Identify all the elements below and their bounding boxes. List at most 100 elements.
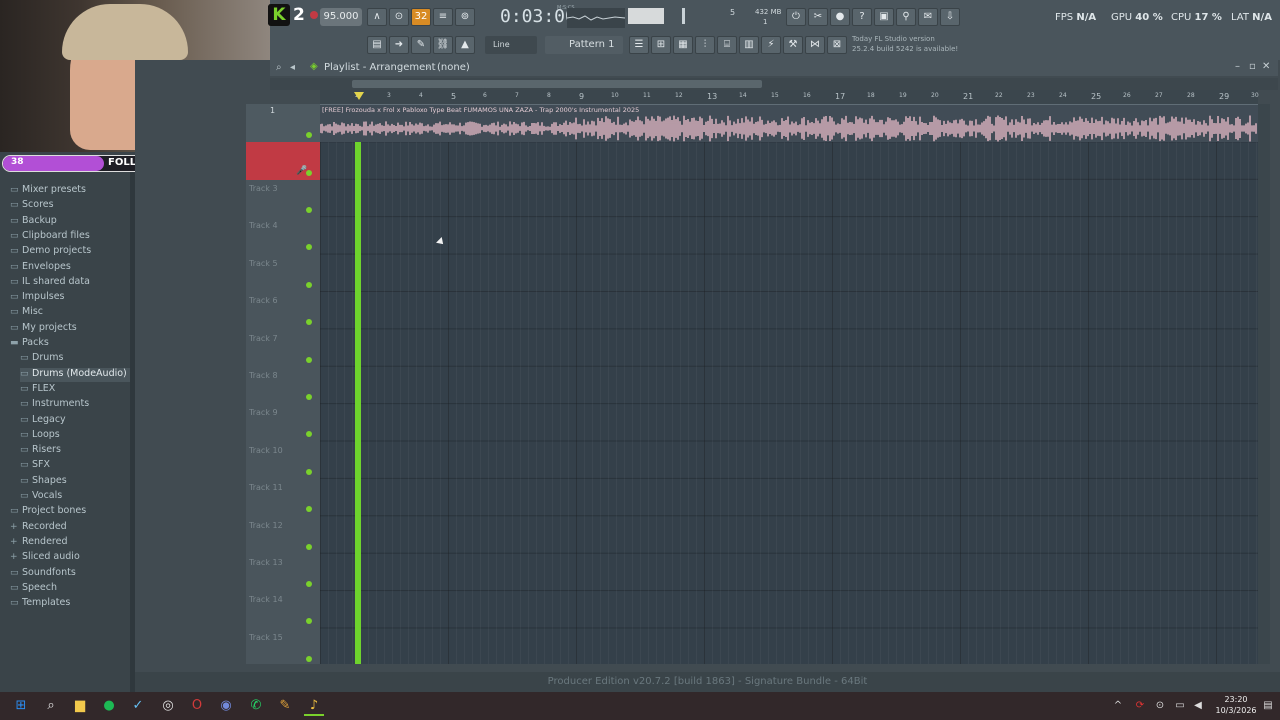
track-mute-indicator[interactable] <box>306 319 312 326</box>
browser-item[interactable]: ▭ Misc <box>10 306 43 320</box>
track-mute-indicator[interactable] <box>306 132 312 138</box>
browser-item[interactable]: ▭ Clipboard files <box>10 230 90 244</box>
download-icon[interactable]: ⇩ <box>940 8 960 26</box>
pattern-selector[interactable]: Pattern 1 <box>545 36 623 54</box>
fl-studio-active-icon[interactable]: ♪ <box>304 696 324 716</box>
file-explorer-icon[interactable]: ▆ <box>70 696 90 716</box>
mixer-icon[interactable]: ⫶ <box>695 36 715 54</box>
power-icon[interactable]: ⏻ <box>786 8 806 26</box>
tray-mic-icon[interactable]: ⊙ <box>1150 696 1170 716</box>
track-label[interactable]: Track 9 <box>249 408 278 417</box>
notifications-icon[interactable]: ▤ <box>1258 696 1278 716</box>
news-panel[interactable]: Today FL Studio version 25.2.4 build 524… <box>852 34 958 54</box>
browser-item[interactable]: ▭ Instruments <box>20 398 89 412</box>
browser-item[interactable]: ▭ Scores <box>10 199 54 213</box>
browser-item[interactable]: ▭ Project bones <box>10 505 86 519</box>
tray-display-icon[interactable]: ▭ <box>1170 696 1190 716</box>
browser-item[interactable]: ▬ Packs <box>10 337 49 351</box>
tray-chevron-icon[interactable]: ^ <box>1108 696 1128 716</box>
chat-icon[interactable]: ✉ <box>918 8 938 26</box>
browser-item[interactable]: ▭ Drums (ModeAudio) <box>20 367 136 382</box>
plug-icon[interactable]: ⚡ <box>761 36 781 54</box>
browser-item[interactable]: ▭ Backup <box>10 215 57 229</box>
chrome-icon[interactable]: ◎ <box>158 696 178 716</box>
browser-item[interactable]: ▭ SFX <box>20 459 50 473</box>
track-label[interactable]: Track 8 <box>249 371 278 380</box>
browser-item[interactable]: + Recorded <box>10 521 67 535</box>
microphone-icon[interactable]: ● <box>830 8 850 26</box>
track-label[interactable]: Track 10 <box>249 446 283 455</box>
whatsapp-icon[interactable]: ✆ <box>246 696 266 716</box>
record-icon[interactable] <box>310 11 318 19</box>
track-mute-indicator[interactable] <box>306 543 312 550</box>
browser-item[interactable]: ▭ Impulses <box>10 291 65 305</box>
browser-item[interactable]: ▭ Shapes <box>20 475 67 489</box>
track-label[interactable]: Track 3 <box>249 184 278 193</box>
search-icon[interactable]: ⌕ <box>276 62 282 73</box>
spotify-icon[interactable]: ● <box>99 696 119 716</box>
audio-clip[interactable]: [FREE] Frozouda x Frol x Pabloxo Type Be… <box>320 104 1258 142</box>
pencil-icon[interactable]: ✎ <box>411 36 431 54</box>
track-label[interactable]: Track 12 <box>249 521 283 530</box>
browser-item[interactable]: ▭ IL shared data <box>10 276 90 290</box>
tray-sound-icon[interactable]: ◀ <box>1188 696 1208 716</box>
stamp-icon[interactable]: ▲ <box>455 36 475 54</box>
metronome-button[interactable]: ∧ <box>367 8 387 26</box>
stretch-icon[interactable]: ⋈ <box>805 36 825 54</box>
scissors-icon[interactable]: ✂ <box>808 8 828 26</box>
track-label[interactable]: Track 6 <box>249 296 278 305</box>
piano-icon[interactable]: ▤ <box>367 36 387 54</box>
playlist-selection[interactable]: (none) <box>437 62 470 73</box>
browser-item[interactable]: ▭ Soundfonts <box>10 567 76 581</box>
clock[interactable]: 23:20 10/3/2026 <box>1212 694 1260 716</box>
track-label[interactable]: Track 14 <box>249 595 283 604</box>
minimize-icon[interactable]: – <box>1235 61 1240 72</box>
browser-item[interactable]: ▭ Speech <box>10 582 57 596</box>
browser-icon[interactable]: ⌸ <box>717 36 737 54</box>
fl-studio-icon[interactable]: ✎ <box>275 696 295 716</box>
track-label[interactable]: Track 13 <box>249 558 283 567</box>
pitch-slider[interactable] <box>682 8 685 24</box>
track-mute-indicator[interactable] <box>306 655 312 662</box>
timeline-ruler[interactable]: 2 3 4 5 6 7 8 9 10 11 12 13 14 15 16 17 18 19 20 21 22 23 24 25… <box>320 90 1259 104</box>
track-mute-indicator[interactable] <box>306 506 312 513</box>
track-mute-indicator[interactable] <box>306 394 312 400</box>
browser-item[interactable]: ▭ My projects <box>10 322 77 336</box>
browser-item[interactable]: ▭ Drums <box>20 352 63 366</box>
overview-scroll-thumb[interactable] <box>352 80 762 88</box>
track-mute-indicator[interactable] <box>306 356 312 363</box>
piano-roll-icon[interactable]: ▦ <box>673 36 693 54</box>
save-icon[interactable]: ▣ <box>874 8 894 26</box>
browser-item[interactable]: ▭ Mixer presets <box>10 184 86 198</box>
track-mute-indicator[interactable] <box>306 207 312 213</box>
cart-icon[interactable]: ⊠ <box>827 36 847 54</box>
browser-item[interactable]: + Rendered <box>10 536 68 550</box>
vertical-scrollbar[interactable] <box>1258 104 1270 664</box>
track-label[interactable]: Track 11 <box>249 483 283 492</box>
browser-item[interactable]: ▭ FLEX <box>20 383 55 397</box>
plugin-icon[interactable]: ⚲ <box>896 8 916 26</box>
maximize-icon[interactable]: ▫ <box>1249 61 1256 72</box>
tools-icon[interactable]: ⚒ <box>783 36 803 54</box>
track-mute-indicator[interactable] <box>306 618 312 625</box>
playlist-grid[interactable] <box>320 104 1258 664</box>
track-mute-indicator[interactable] <box>306 244 312 251</box>
speaker-icon[interactable]: ◂ <box>290 62 295 73</box>
browser-item[interactable]: ▭ Vocals <box>20 490 62 504</box>
search-taskbar-icon[interactable]: ⌕ <box>41 696 61 716</box>
wait-button[interactable]: ⊙ <box>389 8 409 26</box>
track-label[interactable]: Track 7 <box>249 334 278 343</box>
tempo-display[interactable]: 95.000 <box>320 8 362 26</box>
arrow-icon[interactable]: ➜ <box>389 36 409 54</box>
close-icon[interactable]: ✕ <box>1262 61 1270 72</box>
playlist-icon[interactable]: ☰ <box>629 36 649 54</box>
master-volume-meter[interactable] <box>628 8 664 24</box>
step-button[interactable]: 32 <box>411 8 431 26</box>
discord-icon[interactable]: ◉ <box>216 696 236 716</box>
browser-item[interactable]: ▭ Envelopes <box>10 261 71 275</box>
track-label[interactable]: Track 15 <box>249 633 283 642</box>
browser-item[interactable]: ▭ Legacy <box>20 414 66 428</box>
blend-button[interactable]: ≡ <box>433 8 453 26</box>
help-icon[interactable]: ? <box>852 8 872 26</box>
browser-item[interactable]: + Sliced audio <box>10 551 80 565</box>
